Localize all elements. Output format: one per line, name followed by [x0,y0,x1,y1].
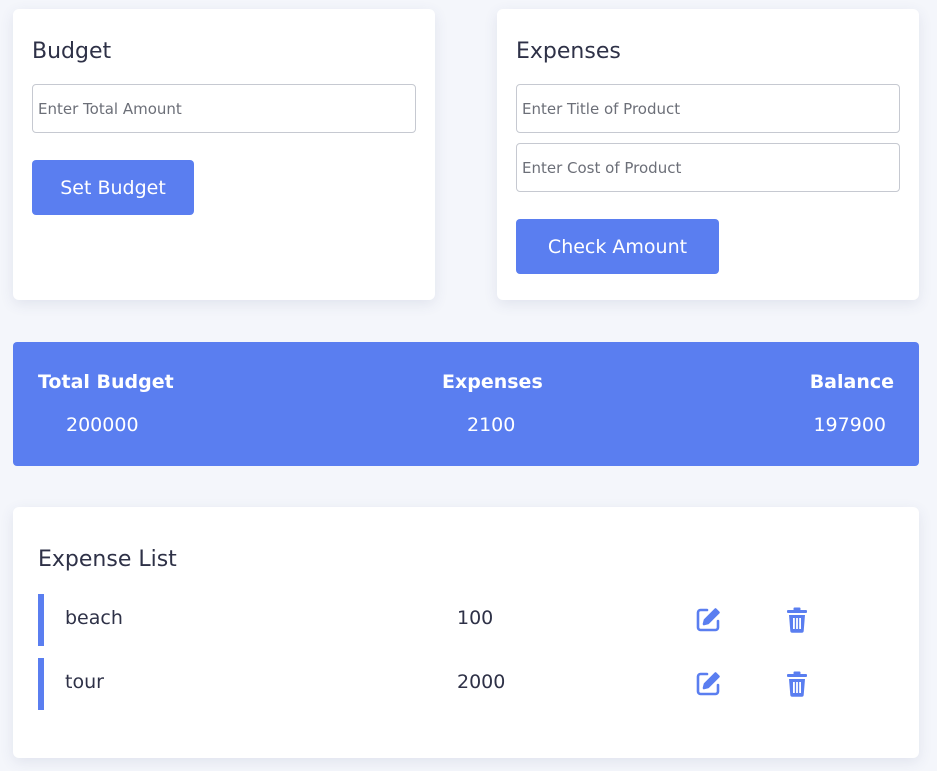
total-budget-label: Total Budget [38,371,174,393]
total-budget-value: 200000 [66,414,139,436]
product-title-input[interactable] [516,84,900,133]
trash-icon[interactable] [783,670,811,698]
expenses-total-label: Expenses [442,371,543,393]
expenses-card: Expenses Check Amount [497,9,919,300]
set-budget-button[interactable]: Set Budget [32,160,194,215]
balance-value: 197900 [813,414,886,436]
expense-item-amount: 2000 [457,671,506,693]
expense-item-amount: 100 [457,607,494,629]
expense-item-title: beach [65,607,123,629]
budget-title: Budget [32,39,112,64]
edit-icon[interactable] [694,670,722,698]
expenses-title: Expenses [516,39,621,64]
expenses-total-value: 2100 [467,414,516,436]
expense-item-title: tour [65,671,104,693]
product-cost-input[interactable] [516,143,900,192]
total-amount-input[interactable] [32,84,416,133]
expense-list-title: Expense List [38,547,177,572]
edit-icon[interactable] [694,606,722,634]
summary-panel: Total Budget 200000 Expenses 2100 Balanc… [13,342,919,466]
list-item: beach 100 [38,594,898,646]
list-item: tour 2000 [38,658,898,710]
check-amount-button[interactable]: Check Amount [516,219,719,274]
balance-label: Balance [809,371,894,393]
trash-icon[interactable] [783,606,811,634]
budget-card: Budget Set Budget [13,9,435,300]
expense-list-card: Expense List beach 100 tour 2000 [13,507,919,758]
